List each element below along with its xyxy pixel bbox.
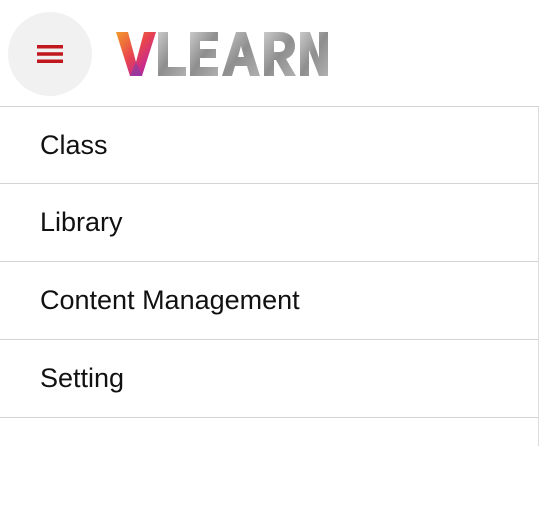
nav-item-label: Setting [40,363,125,393]
page: VLEARN [0,0,542,518]
side-navigation: Class Library Content Management Setting [0,106,538,418]
nav-item-label: Library [40,207,123,237]
hamburger-menu-icon [37,45,63,63]
app-header: VLEARN [0,0,542,106]
nav-item-setting[interactable]: Setting [0,340,538,418]
nav-item-label: Content Management [40,285,300,315]
logo-graphic [116,32,328,76]
nav-item-label: Class [40,129,108,160]
nav-item-content-management[interactable]: Content Management [0,262,538,340]
menu-button[interactable] [8,12,92,96]
vlearn-logo: VLEARN [114,30,330,78]
nav-item-library[interactable]: Library [0,184,538,262]
panel-edge-divider [538,106,539,446]
nav-item-class[interactable]: Class [0,107,538,184]
